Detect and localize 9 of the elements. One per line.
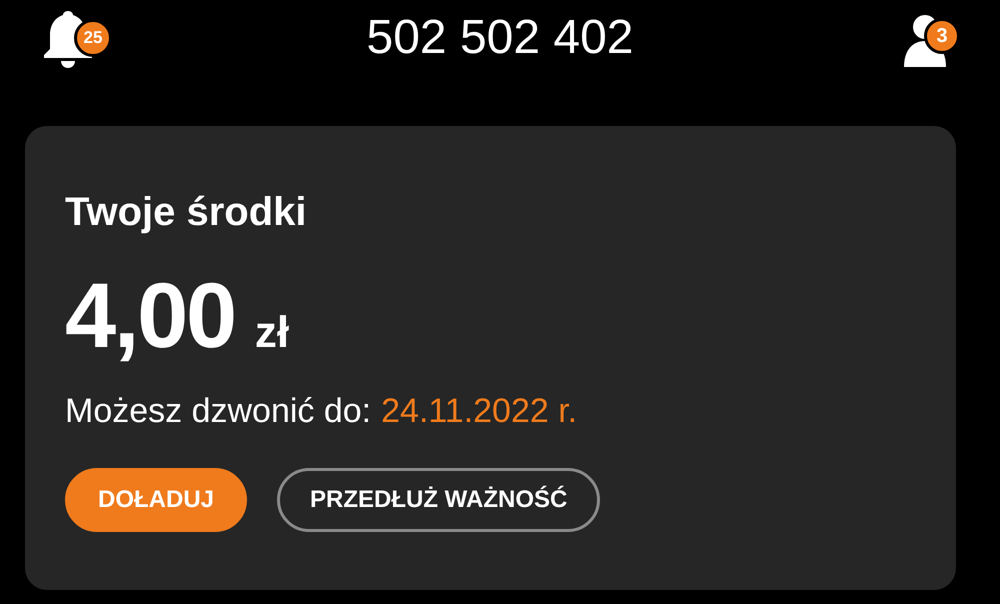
balance-amount: 4,00 xyxy=(65,270,235,362)
extend-validity-button[interactable]: PRZEDŁUŻ WAŻNOŚĆ xyxy=(277,468,600,532)
card-title: Twoje środki xyxy=(65,192,308,232)
validity-date: 24.11.2022 r. xyxy=(381,394,578,428)
phone-number: 502 502 402 xyxy=(366,14,634,62)
currency-label: zł xyxy=(254,307,290,359)
validity-label: Możesz dzwonić do: xyxy=(65,394,372,428)
notification-badge: 25 xyxy=(74,19,112,57)
accounts-badge: 3 xyxy=(924,18,960,54)
